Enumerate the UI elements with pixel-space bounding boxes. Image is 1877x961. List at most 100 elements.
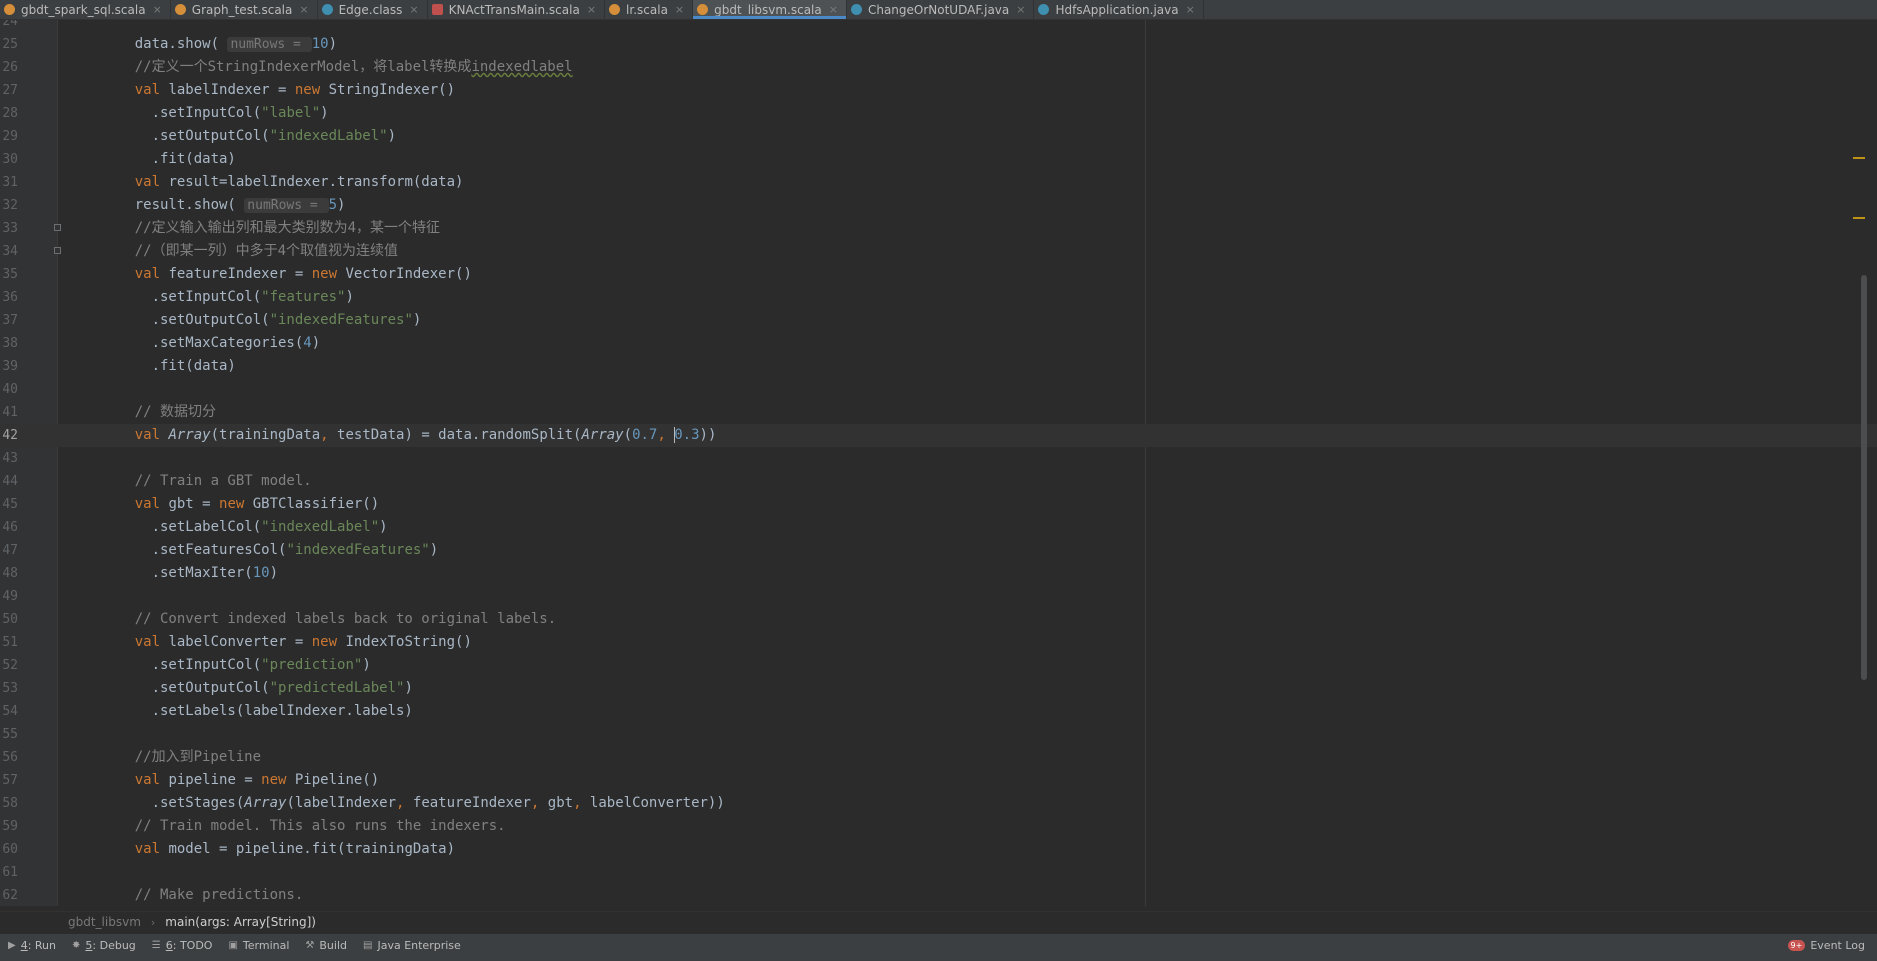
- code-line[interactable]: 34 //（即某一列）中多于4个取值视为连续值: [0, 240, 1877, 263]
- code-line[interactable]: 38 .setMaxCategories(4): [0, 332, 1877, 355]
- close-icon[interactable]: ×: [829, 3, 838, 16]
- tab-gbdt_libsvm-scala[interactable]: gbdt_libsvm.scala ×: [693, 0, 847, 19]
- code-line[interactable]: 42 val Array(trainingData, testData) = d…: [0, 424, 1877, 447]
- code-token: "prediction": [261, 657, 363, 673]
- line-number: 39: [2, 359, 18, 374]
- run-label: : Run: [27, 939, 56, 952]
- warning-marker[interactable]: [1853, 157, 1865, 159]
- code-token: "features": [261, 289, 346, 305]
- code-line[interactable]: 62 // Make predictions.: [0, 884, 1877, 906]
- line-number: 38: [2, 336, 18, 351]
- tab-graph_test-scala[interactable]: Graph_test.scala ×: [171, 0, 318, 19]
- run-tool-button[interactable]: ▶ 4: Run: [8, 939, 56, 952]
- code-line[interactable]: 26 //定义一个StringIndexerModel，将label转换成ind…: [0, 56, 1877, 79]
- terminal-icon: ▣: [228, 940, 238, 951]
- close-icon[interactable]: ×: [299, 3, 308, 16]
- terminal-tool-button[interactable]: ▣ Terminal: [228, 939, 289, 952]
- code-line[interactable]: 58 .setStages(Array(labelIndexer, featur…: [0, 792, 1877, 815]
- code-line[interactable]: 56 //加入到Pipeline: [0, 746, 1877, 769]
- code-line[interactable]: 51 val labelConverter = new IndexToStrin…: [0, 631, 1877, 654]
- parameter-hint: numRows =: [244, 198, 329, 213]
- close-icon[interactable]: ×: [153, 3, 162, 16]
- code-line[interactable]: 41 // 数据切分: [0, 401, 1877, 424]
- code-line[interactable]: 57 val pipeline = new Pipeline(): [0, 769, 1877, 792]
- code-line[interactable]: 24: [0, 20, 1877, 33]
- code-token: val: [101, 772, 169, 788]
- line-number: 27: [2, 83, 18, 98]
- code-token: new: [294, 82, 329, 98]
- code-line[interactable]: 47 .setFeaturesCol("indexedFeatures"): [0, 539, 1877, 562]
- code-editor[interactable]: 24 25 data.show( numRows = 10) 26 //定义一个St…: [0, 20, 1877, 906]
- code-line[interactable]: 33 //定义输入输出列和最大类别数为4，某一个特征: [0, 217, 1877, 240]
- breadcrumb-method[interactable]: main(args: Array[String]): [165, 915, 316, 929]
- code-line[interactable]: 44 // Train a GBT model.: [0, 470, 1877, 493]
- code-text: // 数据切分: [101, 401, 216, 424]
- line-number: 34: [2, 244, 18, 259]
- java-enterprise-tool-button[interactable]: ▤ Java Enterprise: [363, 939, 461, 952]
- warning-marker[interactable]: [1853, 217, 1865, 219]
- code-line[interactable]: 60 val model = pipeline.fit(trainingData…: [0, 838, 1877, 861]
- event-log-button[interactable]: 9+ Event Log: [1787, 939, 1865, 952]
- code-line[interactable]: 61: [0, 861, 1877, 884]
- code-line[interactable]: 54 .setLabels(labelIndexer.labels): [0, 700, 1877, 723]
- code-line[interactable]: 59 // Train model. This also runs the in…: [0, 815, 1877, 838]
- tab-changeornotudaf-java[interactable]: ChangeOrNotUDAF.java ×: [847, 0, 1035, 19]
- tab-gbdt_spark_sql-scala[interactable]: gbdt_spark_sql.scala ×: [0, 0, 171, 19]
- code-line[interactable]: 37 .setOutputCol("indexedFeatures"): [0, 309, 1877, 332]
- close-icon[interactable]: ×: [587, 3, 596, 16]
- code-line[interactable]: 55: [0, 723, 1877, 746]
- code-line[interactable]: 28 .setInputCol("label"): [0, 102, 1877, 125]
- code-line[interactable]: 46 .setLabelCol("indexedLabel"): [0, 516, 1877, 539]
- code-lines[interactable]: 24 25 data.show( numRows = 10) 26 //定义一个St…: [0, 20, 1877, 906]
- code-line[interactable]: 39 .fit(data): [0, 355, 1877, 378]
- code-line[interactable]: 48 .setMaxIter(10): [0, 562, 1877, 585]
- code-token: ): [404, 680, 413, 696]
- scrollbar-thumb[interactable]: [1861, 275, 1867, 680]
- debug-icon: ✸: [72, 940, 81, 951]
- debug-tool-button[interactable]: ✸ 5: Debug: [72, 939, 136, 952]
- tab-label: ChangeOrNotUDAF.java: [867, 2, 1010, 17]
- code-line[interactable]: 31 val result=labelIndexer.transform(dat…: [0, 171, 1877, 194]
- code-line[interactable]: 43: [0, 447, 1877, 470]
- code-line[interactable]: 49: [0, 585, 1877, 608]
- code-token: val: [101, 496, 169, 512]
- breadcrumb-file[interactable]: gbdt_libsvm: [68, 915, 141, 929]
- fold-marker-icon[interactable]: [54, 224, 61, 231]
- build-tool-button[interactable]: ⚒ Build: [305, 939, 347, 952]
- code-token: 5: [328, 197, 338, 213]
- code-text: val labelIndexer = new StringIndexer(): [101, 79, 455, 102]
- line-number: 54: [2, 704, 18, 719]
- tab-knacttransmain-scala[interactable]: KNActTransMain.scala ×: [428, 0, 606, 19]
- tab-edge-class[interactable]: Edge.class ×: [318, 0, 428, 19]
- debug-label: : Debug: [92, 939, 136, 952]
- code-line[interactable]: 29 .setOutputCol("indexedLabel"): [0, 125, 1877, 148]
- close-icon[interactable]: ×: [1016, 3, 1025, 16]
- close-icon[interactable]: ×: [675, 3, 684, 16]
- code-token: val: [101, 841, 169, 857]
- code-token: ): [328, 36, 338, 52]
- code-line[interactable]: 45 val gbt = new GBTClassifier(): [0, 493, 1877, 516]
- code-line[interactable]: 50 // Convert indexed labels back to ori…: [0, 608, 1877, 631]
- code-line[interactable]: 25 data.show( numRows = 10): [0, 33, 1877, 56]
- close-icon[interactable]: ×: [1186, 3, 1195, 16]
- code-token: .setMaxCategories(: [101, 335, 304, 351]
- code-line[interactable]: 30 .fit(data): [0, 148, 1877, 171]
- java-enterprise-label: Java Enterprise: [377, 939, 461, 952]
- fold-marker-icon[interactable]: [54, 247, 61, 254]
- code-line[interactable]: 52 .setInputCol("prediction"): [0, 654, 1877, 677]
- code-line[interactable]: 53 .setOutputCol("predictedLabel"): [0, 677, 1877, 700]
- code-token: val: [101, 634, 169, 650]
- code-token: "indexedLabel": [261, 519, 380, 535]
- event-log-badge: 9+: [1787, 940, 1806, 951]
- code-line[interactable]: 27 val labelIndexer = new StringIndexer(…: [0, 79, 1877, 102]
- code-token: // Train a GBT model.: [101, 473, 312, 489]
- code-token: //（即某一列）中多于4个取值视为连续值: [101, 243, 398, 259]
- code-line[interactable]: 40: [0, 378, 1877, 401]
- todo-tool-button[interactable]: ☰ 6: TODO: [152, 939, 213, 952]
- tab-lr-scala[interactable]: lr.scala ×: [605, 0, 694, 19]
- code-line[interactable]: 32 result.show( numRows = 5): [0, 194, 1877, 217]
- code-line[interactable]: 36 .setInputCol("features"): [0, 286, 1877, 309]
- tab-hdfsapplication-java[interactable]: HdfsApplication.java ×: [1034, 0, 1204, 19]
- code-line[interactable]: 35 val featureIndexer = new VectorIndexe…: [0, 263, 1877, 286]
- close-icon[interactable]: ×: [409, 3, 418, 16]
